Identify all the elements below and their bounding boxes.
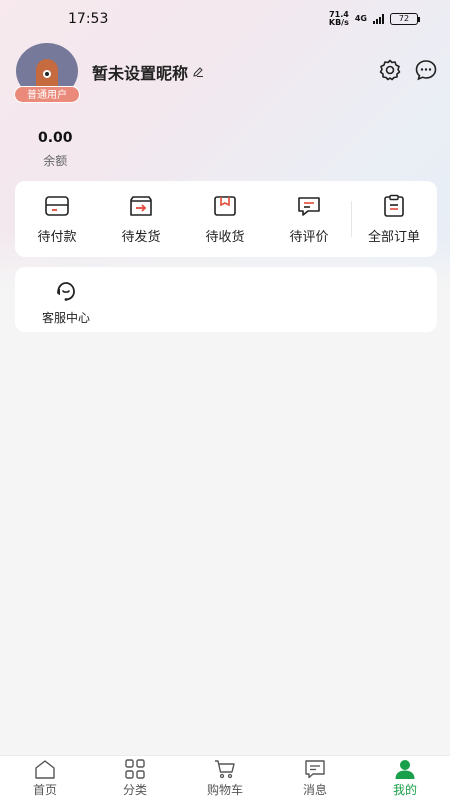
headset-icon bbox=[57, 282, 75, 301]
tab-mine[interactable]: 我的 bbox=[360, 756, 450, 800]
signal-icon bbox=[373, 14, 384, 24]
status-bar: 17:53 71.4 KB/s 4G 72 bbox=[0, 0, 450, 38]
tab-category[interactable]: 分类 bbox=[90, 756, 180, 800]
clipboard-icon bbox=[384, 194, 404, 217]
order-label: 待收货 bbox=[205, 229, 245, 245]
status-indicators: 71.4 KB/s 4G 72 bbox=[328, 10, 420, 27]
order-pending-receipt[interactable]: 待收货 bbox=[183, 194, 267, 245]
battery-icon: 72 bbox=[390, 13, 420, 25]
nickname: 暂未设置昵称 bbox=[92, 64, 189, 83]
bottom-tab-bar: 首页 分类 购物车 消息 我的 bbox=[0, 755, 450, 800]
balance[interactable]: 0.00 余额 bbox=[38, 130, 73, 169]
user-icon bbox=[395, 759, 415, 779]
chat-icon[interactable] bbox=[414, 58, 438, 82]
message-icon bbox=[305, 759, 325, 778]
balance-label: 余额 bbox=[43, 154, 68, 168]
order-label: 待付款 bbox=[37, 229, 77, 245]
package-icon bbox=[214, 195, 236, 216]
order-label: 待发货 bbox=[121, 229, 161, 245]
order-all[interactable]: 全部订单 bbox=[351, 194, 437, 245]
box-arrow-icon bbox=[130, 195, 152, 216]
tab-home[interactable]: 首页 bbox=[0, 756, 90, 800]
profile-section: 普通用户 暂未设置昵称 bbox=[14, 43, 204, 103]
order-pending-payment[interactable]: 待付款 bbox=[15, 194, 99, 245]
tab-label: 购物车 bbox=[206, 782, 243, 797]
service-label: 客服中心 bbox=[41, 311, 90, 325]
order-label: 待评价 bbox=[289, 229, 329, 245]
user-level-badge: 普通用户 bbox=[14, 86, 80, 103]
home-icon bbox=[35, 759, 55, 779]
order-pending-review[interactable]: 待评价 bbox=[267, 194, 351, 245]
order-pending-shipment[interactable]: 待发货 bbox=[99, 194, 183, 245]
tab-label: 消息 bbox=[302, 782, 327, 797]
network-speed: 71.4 KB/s bbox=[328, 10, 349, 27]
services-card: 客服中心 bbox=[15, 267, 437, 332]
status-time: 17:53 bbox=[68, 11, 109, 27]
gear-icon[interactable] bbox=[378, 58, 402, 82]
order-label: 全部订单 bbox=[367, 229, 420, 245]
wallet-icon bbox=[45, 195, 69, 216]
cart-icon bbox=[215, 759, 235, 778]
edit-icon bbox=[193, 67, 204, 77]
nickname-row[interactable]: 暂未设置昵称 bbox=[92, 60, 204, 84]
tab-label: 首页 bbox=[32, 782, 57, 797]
network-type: 4G bbox=[354, 14, 367, 23]
customer-service-button[interactable]: 客服中心 bbox=[25, 279, 107, 326]
tab-label: 我的 bbox=[392, 782, 417, 797]
tab-label: 分类 bbox=[122, 782, 147, 797]
top-actions bbox=[378, 58, 438, 82]
tab-messages[interactable]: 消息 bbox=[270, 756, 360, 800]
comment-icon bbox=[298, 196, 320, 216]
orders-card: 待付款 待发货 待收货 待评价 全部订单 bbox=[15, 181, 437, 257]
balance-amount: 0.00 bbox=[38, 130, 73, 146]
avatar[interactable]: 普通用户 bbox=[14, 43, 80, 103]
battery-level: 72 bbox=[398, 14, 410, 23]
tab-cart[interactable]: 购物车 bbox=[180, 756, 270, 800]
grid-icon bbox=[125, 758, 145, 779]
